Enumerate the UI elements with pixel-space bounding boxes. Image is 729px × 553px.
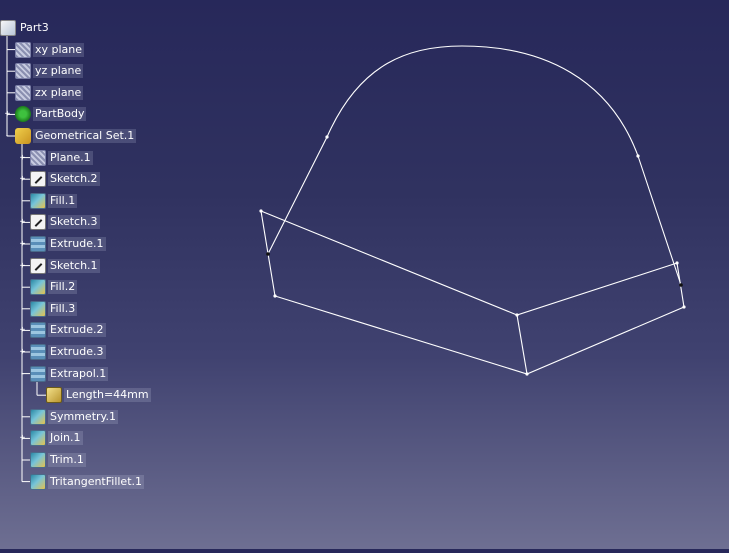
tree-node[interactable]: Extrude.1 (30, 235, 106, 253)
plane-icon (15, 63, 31, 80)
tree-node-label[interactable]: zx plane (33, 85, 84, 100)
tree-node-label[interactable]: Trim.1 (48, 453, 86, 467)
tree-node-label[interactable]: Fill.3 (48, 301, 78, 316)
tree-node[interactable]: Part3 (0, 19, 51, 37)
tree-node[interactable]: Geometrical Set.1 (15, 127, 137, 145)
vertex-point[interactable] (325, 135, 329, 139)
expand-icon[interactable]: + (18, 348, 27, 357)
sketch-icon (30, 257, 46, 274)
collapse-icon[interactable]: - (18, 369, 27, 379)
tree-node[interactable]: yz plane (15, 62, 84, 80)
tree-node-label[interactable]: Symmetry.1 (48, 409, 118, 424)
tree-node[interactable]: Sketch.1 (30, 257, 100, 275)
tree-node[interactable]: TritangentFillet.1 (30, 473, 145, 491)
tree-node-label[interactable]: Extrapol.1 (48, 366, 109, 381)
tree-node-label[interactable]: Fill.1 (48, 193, 78, 208)
tree-node[interactable]: Fill.2 (30, 278, 78, 296)
tree-node-label[interactable]: Fill.2 (48, 280, 78, 295)
tree-node[interactable]: zx plane (15, 84, 84, 102)
extrude-icon (30, 236, 46, 252)
tree-node[interactable]: Extrapol.1 (30, 365, 109, 383)
tree-node[interactable]: xy plane (15, 41, 85, 59)
plane-icon (15, 84, 31, 101)
vertex-point[interactable] (525, 372, 529, 376)
surface-icon (30, 473, 46, 490)
tree-node[interactable]: Length=44mm (46, 386, 151, 404)
tree-node[interactable]: Fill.1 (30, 192, 78, 210)
expand-icon[interactable]: + (18, 326, 27, 335)
collapse-icon[interactable]: - (3, 132, 12, 141)
tree-node[interactable]: Join.1 (30, 429, 83, 447)
expand-icon[interactable]: + (3, 110, 12, 119)
surface-icon (30, 452, 46, 468)
extrusion-outline[interactable] (260, 210, 685, 375)
tree-node-label[interactable]: Sketch.2 (48, 172, 100, 187)
tree-node-label[interactable]: Extrude.2 (48, 323, 106, 338)
extrude-icon (30, 344, 46, 360)
plane-icon (30, 149, 46, 166)
tree-node-label[interactable]: Geometrical Set.1 (33, 129, 137, 143)
tree-node[interactable]: Sketch.2 (30, 170, 100, 188)
tree-node[interactable]: Fill.3 (30, 300, 78, 318)
tree-node[interactable]: Extrude.2 (30, 321, 106, 339)
vertex-point[interactable] (679, 283, 683, 287)
part-icon (0, 20, 16, 36)
surface-icon (30, 300, 46, 317)
tree-node-label[interactable]: PartBody (33, 107, 87, 122)
plane-icon (15, 41, 31, 58)
vertex-point[interactable] (266, 252, 270, 256)
tree-node-label[interactable]: Sketch.1 (48, 258, 100, 273)
vertex-point[interactable] (259, 209, 263, 213)
parameter-icon (46, 387, 62, 404)
tree-node-label[interactable]: xy plane (33, 42, 85, 57)
expand-icon[interactable]: + (18, 261, 27, 271)
vertex-point[interactable] (273, 294, 277, 298)
fillet-arc-curve[interactable] (267, 45, 682, 286)
tree-node-label[interactable]: Join.1 (48, 431, 83, 446)
tree-node[interactable]: Extrude.3 (30, 343, 106, 361)
tree-node-label[interactable]: yz plane (33, 64, 84, 79)
surface-icon (30, 279, 46, 296)
tree-node[interactable]: Symmetry.1 (30, 408, 118, 426)
extrude-icon (30, 365, 46, 382)
tree-node-label[interactable]: Sketch.3 (48, 215, 100, 230)
body-icon (15, 106, 31, 123)
extrude-icon (30, 322, 46, 339)
tree-node-label[interactable]: Extrude.3 (48, 345, 106, 359)
specification-tree[interactable]: Part3 xy plane yz plane zx plane PartBody + Ge… (0, 0, 220, 549)
vertex-point[interactable] (682, 305, 686, 309)
surface-icon (30, 408, 46, 425)
tree-node[interactable]: Sketch.3 (30, 213, 100, 231)
surface-icon (30, 192, 46, 209)
tree-node[interactable]: Trim.1 (30, 451, 86, 469)
tree-node[interactable]: Plane.1 (30, 149, 93, 167)
sketch-icon (30, 214, 46, 231)
tree-node-label[interactable]: TritangentFillet.1 (48, 474, 145, 489)
expand-icon[interactable]: + (18, 175, 27, 184)
extrusion-top-edge[interactable] (260, 210, 678, 316)
expand-icon[interactable]: + (18, 434, 27, 443)
vertex-point[interactable] (515, 313, 519, 317)
extrusion-vertical-edge[interactable] (516, 314, 528, 375)
tree-node[interactable]: PartBody (15, 105, 87, 123)
vertex-point[interactable] (636, 154, 640, 158)
sketch-icon (30, 171, 46, 188)
vertex-point[interactable] (675, 261, 679, 265)
tree-node-label[interactable]: Plane.1 (48, 150, 93, 165)
tree-node-label[interactable]: Length=44mm (64, 388, 151, 403)
tree-node-label[interactable]: Part3 (18, 21, 51, 35)
expand-icon[interactable]: + (18, 153, 27, 163)
expand-icon[interactable]: + (18, 218, 27, 227)
geometrical-set-icon (15, 128, 31, 144)
expand-icon[interactable]: + (18, 240, 27, 249)
surface-icon (30, 430, 46, 447)
tree-node-label[interactable]: Extrude.1 (48, 237, 106, 251)
